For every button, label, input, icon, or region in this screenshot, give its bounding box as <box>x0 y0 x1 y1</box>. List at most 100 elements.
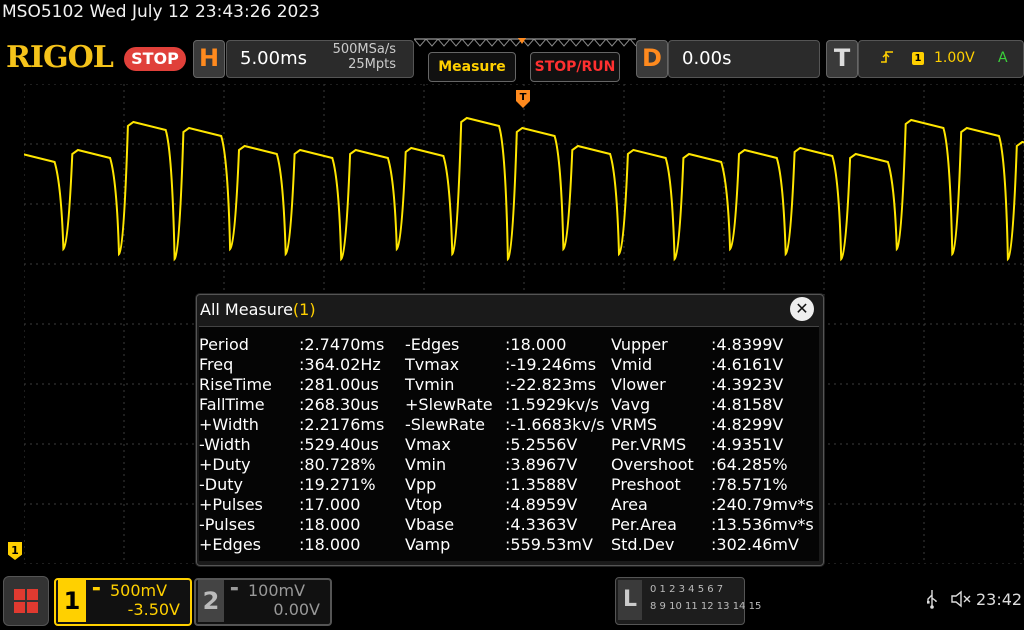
measure-value: :19.271% <box>299 475 376 494</box>
trigger-source-badge: 1 <box>912 52 924 65</box>
panel-title: All Measure(1) <box>200 300 316 319</box>
measure-name: Freq <box>199 355 234 374</box>
close-icon[interactable]: ✕ <box>790 297 814 321</box>
dc-coupling-icon: ▬ <box>92 584 101 594</box>
sample-rate-info: 500MSa/s 25Mpts <box>322 42 396 72</box>
measure-value: :4.9351V <box>711 435 784 454</box>
measure-value: :4.3363V <box>505 515 578 534</box>
measure-value: :240.79mv*s <box>711 495 814 514</box>
measure-name: Vmid <box>611 355 653 374</box>
measure-name: -SlewRate <box>405 415 485 434</box>
measure-value: :4.8959V <box>505 495 578 514</box>
trigger-position-marker[interactable]: T <box>515 90 531 108</box>
measure-value: :559.53mV <box>505 535 593 554</box>
measure-value: :17.000 <box>299 495 361 514</box>
measure-name: Period <box>199 335 249 354</box>
usb-icon <box>927 590 937 609</box>
measure-name: Per.Area <box>611 515 677 534</box>
measure-value: :80.728% <box>299 455 376 474</box>
measure-value: :529.40us <box>299 435 379 454</box>
rigol-logo: RIGOL <box>6 40 114 75</box>
measure-value: :13.536mv*s <box>711 515 814 534</box>
trigger-mode: A <box>998 50 1008 66</box>
measure-value: :-19.246ms <box>505 355 597 374</box>
measure-name: Per.VRMS <box>611 435 687 454</box>
measure-name: +Width <box>199 415 259 434</box>
measure-value: :1.3588V <box>505 475 578 494</box>
dc-coupling-icon: ▬ <box>230 584 239 594</box>
measure-value: :2.7470ms <box>299 335 385 354</box>
stop-run-button[interactable]: STOP/RUN <box>530 52 620 82</box>
measure-value: :1.5929kv/s <box>505 395 599 414</box>
clock: 23:42 <box>976 590 1023 609</box>
measure-name: -Edges <box>405 335 460 354</box>
measure-name: +Edges <box>199 535 262 554</box>
measure-value: :4.8399V <box>711 335 784 354</box>
measure-name: Vbase <box>405 515 455 534</box>
measure-name: Vmin <box>405 455 447 474</box>
measure-value: :78.571% <box>711 475 788 494</box>
measure-table: Period :2.7470ms Freq :364.02Hz RiseTime :281… <box>199 326 819 561</box>
measure-name: VRMS <box>611 415 658 434</box>
measure-name: RiseTime <box>199 375 272 394</box>
channel-1-label: 1 <box>58 580 86 622</box>
measure-value: :302.46mV <box>711 535 799 554</box>
measure-value: :281.00us <box>299 375 379 394</box>
logic-channels-row-2: 8 9 10 11 12 13 14 15 <box>650 601 762 612</box>
memory-depth: 25Mpts <box>348 57 396 72</box>
channel-2-label: 2 <box>198 580 224 622</box>
ch1-offset-marker[interactable]: 1 <box>8 542 22 560</box>
measure-value: :4.6161V <box>711 355 784 374</box>
measure-name: -Width <box>199 435 251 454</box>
measure-value: :18.000 <box>505 335 567 354</box>
measure-name: Preshoot <box>611 475 681 494</box>
measure-name: FallTime <box>199 395 265 414</box>
measure-name: Tvmin <box>405 375 455 394</box>
measure-name: -Pulses <box>199 515 256 534</box>
measure-name: +SlewRate <box>405 395 493 414</box>
trigger-position-ruler <box>414 38 636 47</box>
grid-menu-icon <box>14 589 38 613</box>
channel-2-scale: 100mV <box>248 581 306 600</box>
trigger-menu-button[interactable]: T <box>826 40 858 78</box>
channel-2-offset: 0.00V <box>273 600 320 619</box>
status-line: MSO5102 Wed July 12 23:43:26 2023 <box>2 2 321 22</box>
sample-rate: 500MSa/s <box>332 42 396 57</box>
measure-name: Vavg <box>611 395 651 414</box>
delay-menu-button[interactable]: D <box>636 40 668 78</box>
measure-name: Vamp <box>405 535 451 554</box>
measure-name: Overshoot <box>611 455 694 474</box>
measure-value: :-1.6683kv/s <box>505 415 605 434</box>
measure-value: :4.3923V <box>711 375 784 394</box>
measure-value: :3.8967V <box>505 455 578 474</box>
measure-name: Std.Dev <box>611 535 675 554</box>
measure-name: Vmax <box>405 435 451 454</box>
measure-name: +Pulses <box>199 495 263 514</box>
rising-edge-icon <box>880 50 894 68</box>
speaker-muted-icon[interactable] <box>950 589 972 609</box>
measure-value: :-22.823ms <box>505 375 597 394</box>
measure-value: :18.000 <box>299 535 361 554</box>
measure-button[interactable]: Measure <box>428 52 516 82</box>
measure-value: :4.8158V <box>711 395 784 414</box>
svg-text:T: T <box>520 92 527 103</box>
measure-value: :364.02Hz <box>299 355 381 374</box>
measure-value: :2.2176ms <box>299 415 385 434</box>
measure-name: Vlower <box>611 375 666 394</box>
logic-analyzer-label: L <box>618 580 642 620</box>
measure-name: Tvmax <box>405 355 460 374</box>
run-state-badge[interactable]: STOP <box>124 47 186 71</box>
panel-title-count: (1) <box>292 300 316 319</box>
measure-name: Vpp <box>405 475 437 494</box>
measure-value: :5.2556V <box>505 435 578 454</box>
measure-name: +Duty <box>199 455 251 474</box>
trigger-level: 1.00V <box>934 50 975 66</box>
horizontal-menu-button[interactable]: H <box>193 40 225 78</box>
measure-value: :4.8299V <box>711 415 784 434</box>
measure-name: Area <box>611 495 648 514</box>
measure-name: Vtop <box>405 495 443 514</box>
measure-value: :18.000 <box>299 515 361 534</box>
measure-name: -Duty <box>199 475 243 494</box>
logic-channels-row-1: 0 1 2 3 4 5 6 7 <box>650 584 724 595</box>
home-menu-button[interactable] <box>3 576 49 626</box>
